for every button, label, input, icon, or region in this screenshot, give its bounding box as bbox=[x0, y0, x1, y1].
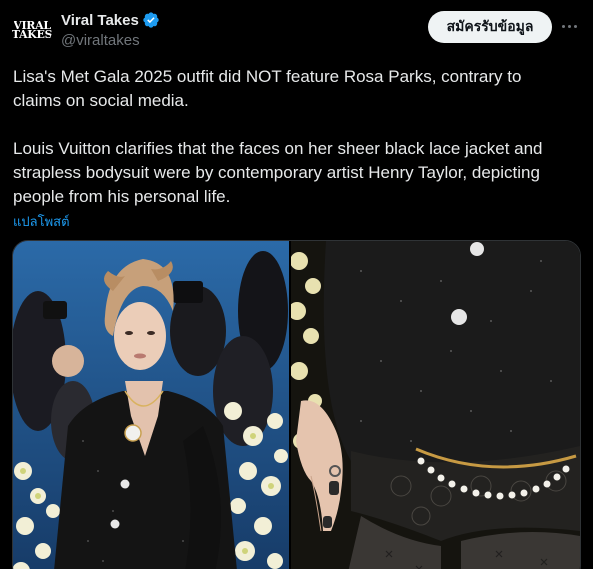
author-info: Viral Takes @viraltakes bbox=[61, 10, 160, 49]
subscribe-button[interactable]: สมัครรับข้อมูล bbox=[428, 11, 552, 43]
outfit-closeup-photo[interactable] bbox=[291, 241, 580, 569]
tweet-paragraph-1: Lisa's Met Gala 2025 outfit did NOT feat… bbox=[13, 67, 522, 110]
more-icon[interactable] bbox=[557, 16, 581, 36]
display-name[interactable]: Viral Takes bbox=[61, 12, 139, 29]
handle[interactable]: @viraltakes bbox=[61, 32, 160, 49]
red-carpet-photo[interactable] bbox=[13, 241, 289, 569]
verified-badge-icon[interactable] bbox=[142, 11, 160, 29]
avatar-logo-text-bottom: TAKES bbox=[12, 27, 52, 41]
tweet-text: Lisa's Met Gala 2025 outfit did NOT feat… bbox=[13, 65, 573, 209]
avatar[interactable]: VIRAL TAKES bbox=[12, 10, 52, 50]
translate-post-link[interactable]: แปลโพสต์ bbox=[13, 211, 70, 232]
media-grid bbox=[12, 240, 581, 569]
tweet: VIRAL TAKES Viral Takes @viraltakes สมัค… bbox=[0, 0, 593, 569]
tweet-paragraph-2: Louis Vuitton clarifies that the faces o… bbox=[13, 139, 543, 206]
